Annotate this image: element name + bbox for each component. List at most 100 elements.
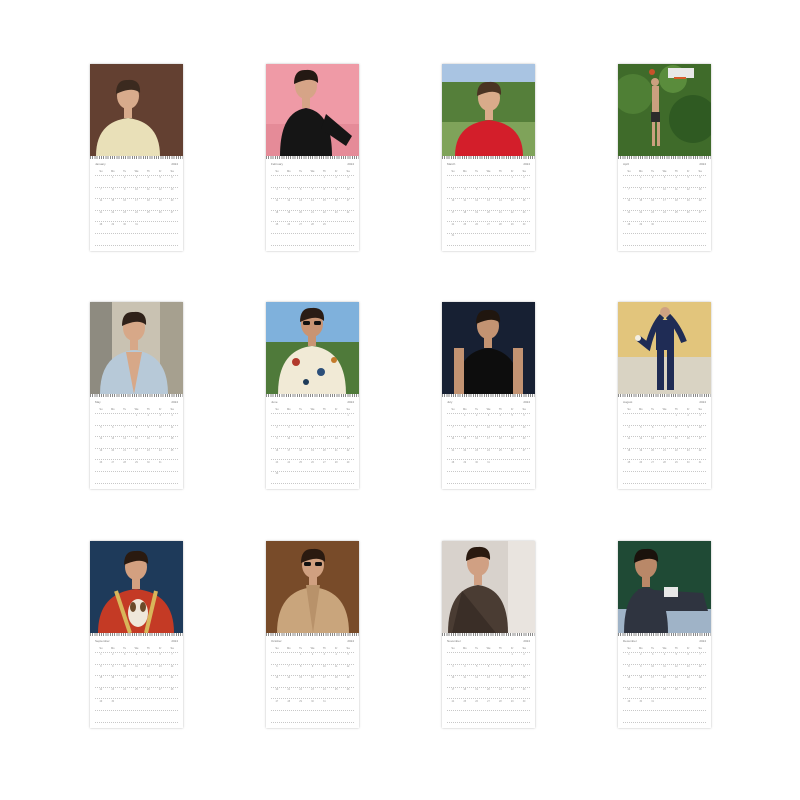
day-cell[interactable]: 8 [459,426,471,438]
day-cell[interactable]: 11 [459,676,471,688]
day-cell[interactable]: 11 [131,665,143,677]
day-cell[interactable]: 4 [166,414,178,426]
day-cell[interactable]: 14 [659,437,671,449]
day-cell[interactable]: 16 [471,437,483,449]
day-cell[interactable]: 25 [459,223,471,235]
day-cell[interactable]: 1 [623,653,635,665]
day-cell[interactable]: 11 [659,665,671,677]
day-cell[interactable]: 1 [131,414,143,426]
day-cell[interactable]: 28 [330,461,342,473]
day-cell[interactable]: 3 [659,176,671,188]
day-cell[interactable]: 24 [283,461,295,473]
day-cell[interactable]: 10 [131,188,143,200]
day-cell[interactable]: 17 [342,199,354,211]
day-cell[interactable]: 12 [142,665,154,677]
day-cell[interactable]: 13 [107,437,119,449]
day-cell[interactable]: 1 [506,653,518,665]
day-cell[interactable]: 13 [694,188,706,200]
day-cell[interactable]: 14 [166,665,178,677]
day-cell[interactable]: 23 [330,211,342,223]
day-cell[interactable]: 26 [142,688,154,700]
day-cell[interactable]: 21 [330,449,342,461]
day-cell[interactable]: 9 [647,188,659,200]
day-cell[interactable]: 9 [518,665,530,677]
day-cell[interactable]: 4 [295,426,307,438]
day-cell[interactable]: 27 [518,449,530,461]
day-cell[interactable]: 20 [166,199,178,211]
day-cell[interactable]: 2 [471,414,483,426]
day-cell[interactable]: 30 [471,461,483,473]
calendar-december[interactable]: December 2024 Su Mo Tu We Th Fr Sa 1 2 3 4 5 6 7 8 9 10 11 1… [618,541,711,728]
day-cell[interactable]: 8 [623,665,635,677]
day-cell[interactable]: 17 [119,676,131,688]
day-cell[interactable]: 10 [283,437,295,449]
day-cell[interactable]: 29 [623,700,635,712]
day-cell[interactable]: 26 [682,211,694,223]
day-cell[interactable]: 9 [330,188,342,200]
day-cell[interactable]: 10 [342,188,354,200]
day-cell[interactable]: 3 [342,176,354,188]
day-cell[interactable]: 7 [307,188,319,200]
day-cell[interactable]: 14 [623,199,635,211]
day-cell[interactable]: 5 [307,426,319,438]
day-cell[interactable]: 25 [459,700,471,712]
day-cell[interactable]: 12 [682,188,694,200]
day-cell[interactable]: 21 [283,688,295,700]
calendar-october[interactable]: October 2024 Su Mo Tu We Th Fr Sa 1 2 3 4 5 6 7 8 9 10 11 12… [266,541,359,728]
day-cell[interactable]: 6 [271,665,283,677]
day-cell[interactable]: 17 [447,688,459,700]
day-cell[interactable]: 27 [694,211,706,223]
day-cell[interactable]: 31 [154,461,166,473]
day-cell[interactable]: 23 [471,449,483,461]
day-cell[interactable]: 16 [518,676,530,688]
day-cell[interactable]: 13 [271,676,283,688]
day-cell[interactable]: 20 [647,449,659,461]
day-cell[interactable]: 26 [471,700,483,712]
day-cell[interactable]: 11 [670,188,682,200]
day-cell[interactable]: 24 [483,449,495,461]
day-cell[interactable]: 30 [682,461,694,473]
day-cell[interactable]: 27 [647,461,659,473]
day-cell[interactable]: 14 [447,437,459,449]
day-cell[interactable]: 15 [506,199,518,211]
day-cell[interactable]: 4 [131,653,143,665]
day-cell[interactable]: 14 [694,665,706,677]
day-cell[interactable]: 8 [670,426,682,438]
day-cell[interactable]: 18 [271,211,283,223]
day-cell[interactable]: 5 [635,426,647,438]
day-cell[interactable]: 7 [95,188,107,200]
day-cell[interactable]: 22 [506,211,518,223]
day-cell[interactable]: 24 [154,449,166,461]
day-cell[interactable]: 3 [318,653,330,665]
day-cell[interactable]: 18 [166,437,178,449]
day-cell[interactable]: 19 [95,449,107,461]
day-cell[interactable]: 28 [95,223,107,235]
day-cell[interactable]: 29 [670,461,682,473]
day-cell[interactable]: 12 [670,665,682,677]
day-cell[interactable]: 17 [131,199,143,211]
day-cell[interactable]: 28 [494,700,506,712]
day-cell[interactable]: 28 [307,223,319,235]
day-cell[interactable]: 18 [131,676,143,688]
day-cell[interactable]: 15 [623,676,635,688]
day-cell[interactable]: 17 [647,676,659,688]
day-cell[interactable]: 10 [154,426,166,438]
day-cell[interactable]: 30 [635,700,647,712]
day-cell[interactable]: 30 [119,223,131,235]
day-cell[interactable]: 23 [307,688,319,700]
day-cell[interactable]: 29 [295,700,307,712]
day-cell[interactable]: 20 [318,449,330,461]
day-cell[interactable]: 4 [459,188,471,200]
day-cell[interactable]: 3 [647,653,659,665]
day-cell[interactable]: 2 [682,414,694,426]
day-cell[interactable]: 24 [647,688,659,700]
day-cell[interactable]: 11 [459,199,471,211]
day-cell[interactable]: 10 [483,426,495,438]
day-cell[interactable]: 2 [647,176,659,188]
day-cell[interactable]: 19 [142,676,154,688]
day-cell[interactable]: 19 [154,199,166,211]
day-cell[interactable]: 31 [483,461,495,473]
day-cell[interactable]: 28 [694,688,706,700]
day-cell[interactable]: 21 [494,688,506,700]
day-cell[interactable]: 8 [318,188,330,200]
